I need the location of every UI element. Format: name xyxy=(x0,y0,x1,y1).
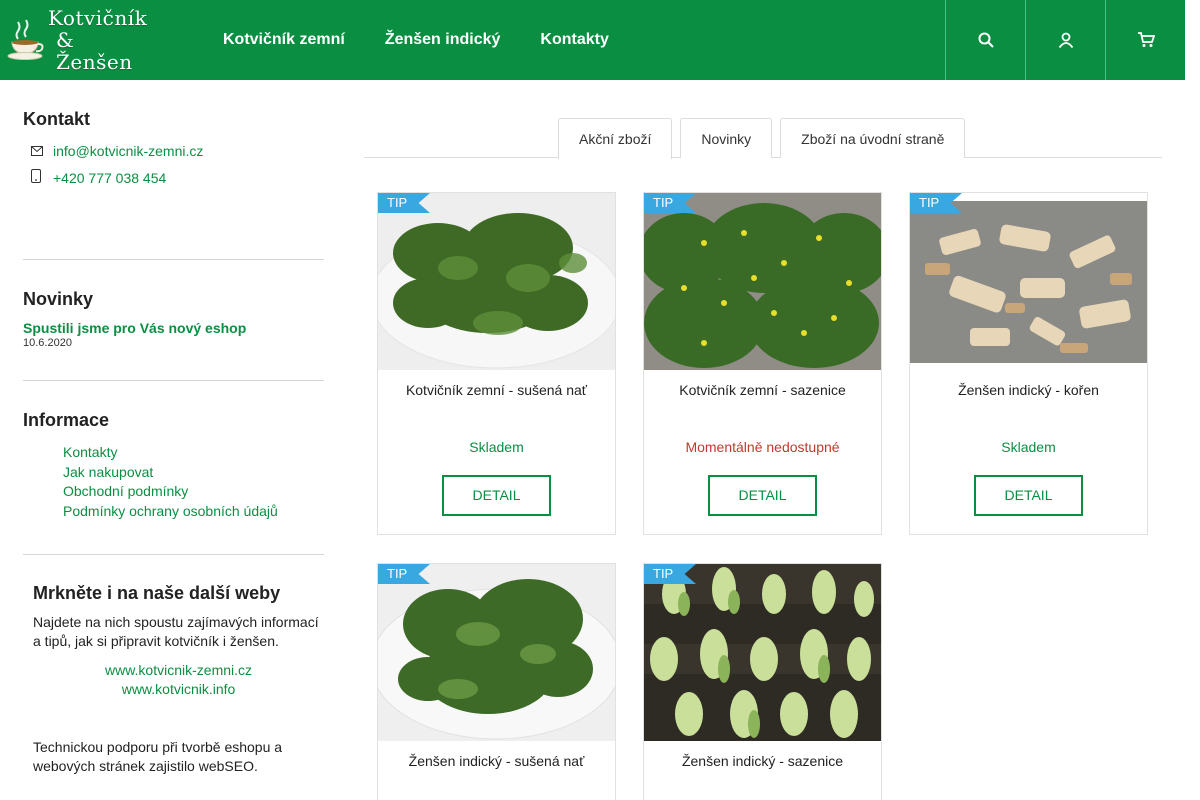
info-heading: Informace xyxy=(23,410,110,430)
list-item: Obchodní podmínky xyxy=(63,482,324,502)
detail-button[interactable]: DETAIL xyxy=(974,475,1083,516)
product-card[interactable]: TIP Ženšen indický - sušená nať xyxy=(377,563,616,800)
product-card[interactable]: TIP Ženšen indický - sazenice xyxy=(643,563,882,800)
list-item: Jak nakupovat xyxy=(63,463,324,483)
header-icons xyxy=(945,0,1185,80)
product-image[interactable]: TIP xyxy=(644,564,881,741)
product-name[interactable]: Ženšen indický - kořen xyxy=(910,382,1147,439)
teacup-icon xyxy=(6,18,46,62)
phone-icon xyxy=(23,169,53,186)
site-logo[interactable]: Kotvičník & Ženšen xyxy=(6,7,151,73)
detail-button[interactable]: DETAIL xyxy=(708,475,817,516)
list-item: Kontakty xyxy=(63,443,324,463)
other-webs-links: www.kotvicnik-zemni.cz www.kotvicnik.inf… xyxy=(33,661,324,699)
nav-kontakty[interactable]: Kontakty xyxy=(520,0,628,80)
stock-status: Momentálně nedostupné xyxy=(685,439,840,455)
divider xyxy=(23,380,324,381)
other-webs-text: Najdete na nich spoustu zajímavých infor… xyxy=(33,614,319,649)
detail-button[interactable]: DETAIL xyxy=(442,475,551,516)
main-nav: Kotvičník zemní Ženšen indický Kontakty xyxy=(203,0,629,80)
tab-akcni-zbozi[interactable]: Akční zboží xyxy=(558,118,673,159)
news-item-date: 10.6.2020 xyxy=(23,337,72,349)
other-web-link[interactable]: www.kotvicnik.info xyxy=(33,680,324,699)
stock-status: Skladem xyxy=(1001,439,1056,455)
other-webs-box: Mrkněte i na naše další weby Najdete na … xyxy=(23,583,324,776)
nav-kotvicnik-zemni[interactable]: Kotvičník zemní xyxy=(203,0,365,80)
contact-email-link[interactable]: info@kotvicnik-zemni.cz xyxy=(53,143,203,159)
product-name[interactable]: Kotvičník zemní - sazenice xyxy=(644,382,881,439)
other-web-link[interactable]: www.kotvicnik-zemni.cz xyxy=(33,661,324,680)
product-card[interactable]: TIP Ženšen indický - kořen Skladem DETAI… xyxy=(909,192,1148,535)
logo-line2: & Ženšen xyxy=(56,28,133,74)
product-image[interactable]: TIP xyxy=(378,193,615,370)
divider xyxy=(23,259,324,260)
product-name[interactable]: Ženšen indický - sazenice xyxy=(644,753,881,800)
divider xyxy=(23,554,324,555)
product-card[interactable]: TIP Kotvičník zemní - sazenice Momentáln… xyxy=(643,192,882,535)
stock-status: Skladem xyxy=(469,439,524,455)
nav-zensen-indicky[interactable]: Ženšen indický xyxy=(365,0,521,80)
info-link-ochrana-udaju[interactable]: Podmínky ochrany osobních údajů xyxy=(63,503,278,519)
news-item-title[interactable]: Spustili jsme pro Vás nový eshop xyxy=(23,320,324,336)
news-heading: Novinky xyxy=(23,289,94,309)
logo-line1: Kotvičník xyxy=(48,6,148,30)
sidebar: Kontakt info@kotvicnik-zemni.cz +420 777… xyxy=(23,80,324,776)
support-text: Technickou podporu při tvorbě eshopu a w… xyxy=(33,739,283,774)
product-name[interactable]: Ženšen indický - sušená nať xyxy=(378,753,615,800)
product-tabs: Akční zboží Novinky Zboží na úvodní stra… xyxy=(364,118,1162,159)
info-links: Kontakty Jak nakupovat Obchodní podmínky… xyxy=(23,443,324,521)
contact-phone-link[interactable]: +420 777 038 454 xyxy=(53,170,166,186)
site-header: Kotvičník & Ženšen Kotvičník zemní Ženše… xyxy=(0,0,1185,80)
list-item: Podmínky ochrany osobních údajů xyxy=(63,502,324,522)
tab-zbozi-na-uvodni-strane[interactable]: Zboží na úvodní straně xyxy=(780,118,966,158)
product-image[interactable]: TIP xyxy=(644,193,881,370)
other-webs-heading: Mrkněte i na naše další weby xyxy=(33,583,281,603)
product-name[interactable]: Kotvičník zemní - sušená nať xyxy=(378,382,615,439)
search-icon[interactable] xyxy=(945,0,1025,80)
contact-email-row: info@kotvicnik-zemni.cz xyxy=(23,137,324,164)
contact-phone-row: +420 777 038 454 xyxy=(23,164,324,191)
user-icon[interactable] xyxy=(1025,0,1105,80)
contact-heading: Kontakt xyxy=(23,109,90,129)
email-icon xyxy=(23,143,53,159)
tab-novinky[interactable]: Novinky xyxy=(680,118,773,158)
info-link-obchodni-podminky[interactable]: Obchodní podmínky xyxy=(63,483,188,499)
info-link-kontakty[interactable]: Kontakty xyxy=(63,444,117,460)
cart-icon[interactable] xyxy=(1105,0,1185,80)
product-image[interactable]: TIP xyxy=(378,564,615,741)
product-image[interactable]: TIP xyxy=(910,193,1147,370)
product-card[interactable]: TIP Kotvičník zemní - sušená nať Skladem… xyxy=(377,192,616,535)
info-link-jak-nakupovat[interactable]: Jak nakupovat xyxy=(63,464,153,480)
